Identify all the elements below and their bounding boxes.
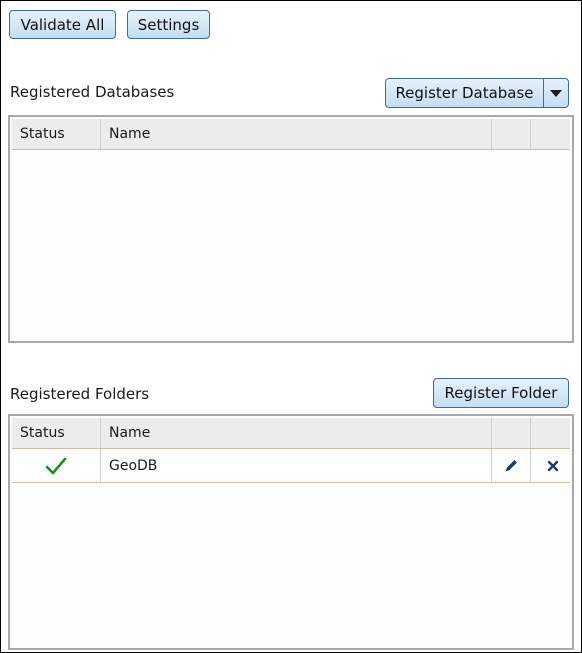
databases-col-edit <box>492 119 531 149</box>
folders-col-name[interactable]: Name <box>101 418 492 448</box>
edit-button[interactable] <box>492 449 531 482</box>
folders-col-edit <box>492 418 531 448</box>
databases-col-status[interactable]: Status <box>12 119 101 149</box>
remove-button[interactable] <box>531 449 574 482</box>
folder-name-cell: GeoDB <box>101 449 492 482</box>
databases-col-name[interactable]: Name <box>101 119 492 149</box>
pencil-icon <box>506 459 517 471</box>
folders-col-status[interactable]: Status <box>12 418 101 448</box>
chevron-down-icon <box>550 89 562 97</box>
data-store-panel: Validate All Settings Registered Databas… <box>0 0 582 653</box>
register-folder-button[interactable]: Register Folder <box>433 378 569 408</box>
register-database-button[interactable]: Register Database <box>385 78 544 108</box>
registered-folders-title: Registered Folders <box>10 385 150 403</box>
validate-all-button[interactable]: Validate All <box>9 10 116 39</box>
check-icon <box>45 457 67 474</box>
databases-grid-header: Status Name <box>12 119 570 150</box>
close-icon <box>547 460 558 471</box>
settings-button[interactable]: Settings <box>127 10 210 39</box>
databases-col-remove <box>531 119 574 149</box>
register-database-dropdown[interactable] <box>543 78 569 108</box>
folders-grid-header: Status Name <box>12 418 570 449</box>
registered-databases-title: Registered Databases <box>10 83 175 101</box>
folders-col-remove <box>531 418 574 448</box>
registered-folders-grid: Status Name GeoDB <box>8 414 574 650</box>
registered-databases-grid: Status Name <box>8 115 574 343</box>
status-cell <box>12 449 101 482</box>
table-row[interactable]: GeoDB <box>12 449 570 483</box>
